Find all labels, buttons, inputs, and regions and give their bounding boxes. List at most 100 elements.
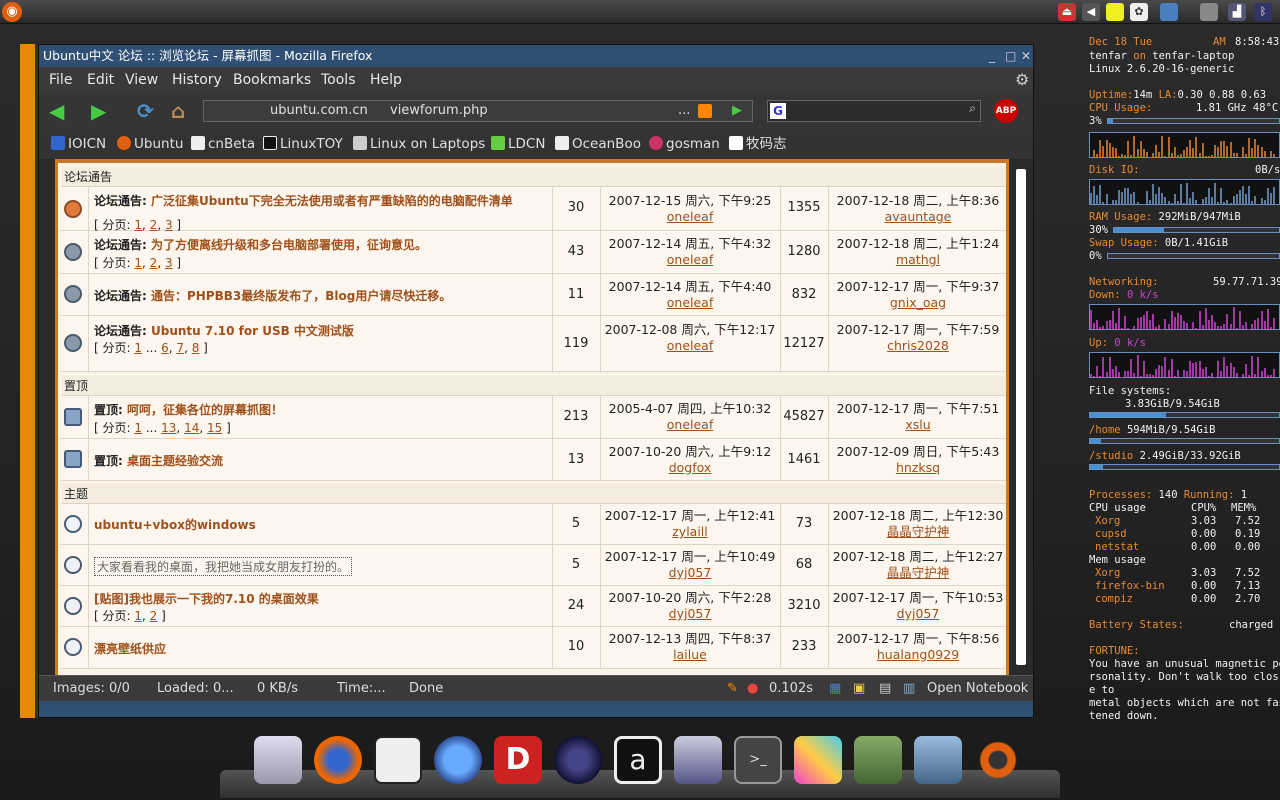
flag-icon[interactable]: ▦ [829, 676, 841, 702]
bookmark-linuxtoy[interactable]: LinuxTOY [263, 129, 343, 159]
last-user-link[interactable]: dyj057 [828, 606, 1006, 622]
volume-icon[interactable]: ◀ [1082, 3, 1100, 21]
topic-title[interactable]: ubuntu+vbox的windows [94, 516, 256, 533]
topic-row[interactable]: 论坛通告: 为了方便离线升级和多台电脑部署使用，征询意见。 [ 分页: 1, 2… [60, 231, 1006, 274]
tabs-icon[interactable]: ▣ [853, 676, 865, 702]
topic-row[interactable]: 置顶: 桌面主题经验交流 13 2007-10-20 周六, 上午9:12 dog… [60, 439, 1006, 481]
topic-row[interactable]: 论坛通告: 通告：PHPBB3最终版发布了，Blog用户请尽快迁移。 11 20… [60, 274, 1006, 316]
terminal-icon[interactable]: >_ [734, 736, 782, 784]
topic-title[interactable]: 论坛通告: 通告：PHPBB3最终版发布了，Blog用户请尽快迁移。 [94, 287, 451, 304]
page-link[interactable]: 14 [184, 421, 199, 435]
amarok-icon[interactable]: a [614, 736, 662, 784]
topic-row[interactable]: [贴图]我也展示一下我的7.10 的桌面效果 [ 分页: 1, 2 ] 24 2… [60, 586, 1006, 627]
page-link[interactable]: 1 [134, 218, 142, 232]
topic-row[interactable]: 论坛通告: Ubuntu 7.10 for USB 中文测试版 [ 分页: 1 … [60, 316, 1006, 372]
menu-bookmarks[interactable]: Bookmarks [233, 67, 311, 93]
author-link[interactable]: zylaill [600, 524, 780, 540]
author-link[interactable]: dogfox [600, 460, 780, 476]
adblock-button[interactable]: ABP [994, 99, 1018, 123]
page-link[interactable]: 1 [134, 609, 142, 623]
last-user-link[interactable]: hnzksq [828, 460, 1006, 476]
folder-icon[interactable] [914, 736, 962, 784]
page-link[interactable]: 8 [192, 341, 200, 355]
maximize-button[interactable]: □ [1005, 45, 1016, 67]
topic-row[interactable]: ubuntu+vbox的windows 5 2007-12-17 周一, 上午1… [60, 504, 1006, 545]
author-link[interactable]: lailue [600, 647, 780, 663]
author-link[interactable]: oneleaf [600, 417, 780, 433]
bookmark-ubuntu[interactable]: Ubuntu [117, 129, 183, 159]
bookmark-oceanboo[interactable]: OceanBoo [555, 129, 641, 159]
forward-button[interactable]: ▶ [91, 101, 113, 121]
scrollbar-thumb[interactable] [1016, 169, 1026, 665]
notes-icon[interactable] [1106, 3, 1124, 21]
open-notebook-button[interactable]: Open Notebook [927, 676, 1028, 702]
author-link[interactable]: dyj057 [600, 565, 780, 581]
page-link[interactable]: 3 [165, 218, 173, 232]
last-user-link[interactable]: xslu [828, 417, 1006, 433]
back-button[interactable]: ◀ [49, 101, 71, 121]
minimize-button[interactable]: _ [989, 45, 995, 67]
image-icon[interactable]: ▤ [879, 676, 891, 702]
page-link[interactable]: 15 [207, 421, 222, 435]
notes-status-icon[interactable]: ✎ [727, 676, 738, 702]
page-link[interactable]: 3 [165, 256, 173, 270]
drive-icon[interactable] [1200, 3, 1218, 21]
ubuntu-icon[interactable] [974, 736, 1022, 784]
bookmark-gosman[interactable]: gosman [649, 129, 720, 159]
page-link[interactable]: 2 [150, 218, 158, 232]
go-icon[interactable]: ▶ [732, 101, 742, 121]
books-icon[interactable] [854, 736, 902, 784]
topic-row[interactable]: 漂亮壁纸供应 10 2007-12-13 周四, 下午8:37 lailue 23… [60, 627, 1006, 669]
last-user-link[interactable]: 晶晶守护神 [828, 524, 1006, 540]
page-link[interactable]: 1 [134, 256, 142, 270]
topic-title[interactable]: 置顶: 桌面主题经验交流 [94, 452, 223, 469]
menu-view[interactable]: View [125, 67, 158, 93]
bookmark-cnbeta[interactable]: cnBeta [191, 129, 255, 159]
vertical-scrollbar[interactable] [1013, 159, 1029, 675]
page-link[interactable]: 1 [134, 421, 142, 435]
google-icon[interactable]: G [770, 103, 786, 119]
topic-title[interactable]: 论坛通告: 为了方便离线升级和多台电脑部署使用，征询意见。 [94, 236, 427, 253]
close-button[interactable]: ✕ [1021, 45, 1031, 67]
menu-history[interactable]: History [172, 67, 222, 93]
menu-edit[interactable]: Edit [87, 67, 114, 93]
firebug-icon[interactable]: ● [747, 676, 758, 702]
bookmark-linux-on-laptops[interactable]: Linux on Laptops [353, 129, 485, 159]
home-button[interactable]: ⌂ [171, 101, 193, 121]
page-link[interactable]: 13 [161, 421, 176, 435]
firefox-icon[interactable] [314, 736, 362, 784]
search-input[interactable]: G ⌕ [767, 100, 981, 122]
topic-title[interactable]: [贴图]我也展示一下我的7.10 的桌面效果 [94, 590, 319, 607]
rss-icon[interactable] [698, 104, 712, 118]
bookmark-mumazhi[interactable]: 牧码志 [729, 129, 787, 159]
gimp-horse-icon[interactable] [374, 736, 422, 784]
eclipse-icon[interactable] [554, 736, 602, 784]
author-link[interactable]: oneleaf [600, 295, 780, 311]
topic-title[interactable]: 论坛通告: Ubuntu 7.10 for USB 中文测试版 [94, 322, 354, 339]
author-link[interactable]: oneleaf [600, 338, 780, 354]
url-bar[interactable]: ubuntu.com.cn viewforum.php ... ▶ [203, 100, 753, 122]
author-link[interactable]: dyj057 [600, 606, 780, 622]
notebook-icon[interactable]: ▥ [903, 676, 915, 702]
ubuntu-menu-icon[interactable]: ◉ [2, 2, 22, 22]
last-user-link[interactable]: gnix_oag [828, 295, 1006, 311]
author-link[interactable]: oneleaf [600, 209, 780, 225]
last-user-link[interactable]: 晶晶守护神 [828, 565, 1006, 581]
page-link[interactable]: 2 [150, 609, 158, 623]
bookmark-ioicn[interactable]: IOICN [51, 129, 106, 159]
logout-icon[interactable]: ⏏ [1058, 3, 1076, 21]
last-user-link[interactable]: mathgl [828, 252, 1006, 268]
topic-title[interactable]: 大家看看我的桌面，我把她当成女朋友打扮的。 [94, 557, 353, 576]
mplayer-icon[interactable] [674, 736, 722, 784]
search-icon[interactable]: ⌕ [969, 101, 976, 116]
computer-icon[interactable] [254, 736, 302, 784]
menu-help[interactable]: Help [370, 67, 402, 93]
page-link[interactable]: 7 [176, 341, 184, 355]
topic-row[interactable]: 论坛通告: 广泛征集Ubuntu下完全无法使用或者有严重缺陷的的电脑配件清单 [… [60, 187, 1006, 232]
window-titlebar[interactable]: Ubuntu中文 论坛 :: 浏览论坛 - 屏幕抓图 - Mozilla Fir… [39, 45, 1033, 67]
page-link[interactable]: 1 [134, 341, 142, 355]
network-signal-icon[interactable]: ▟ [1228, 3, 1246, 21]
pidgin-icon[interactable] [434, 736, 482, 784]
menu-file[interactable]: File [49, 67, 72, 93]
menu-tools[interactable]: Tools [321, 67, 356, 93]
